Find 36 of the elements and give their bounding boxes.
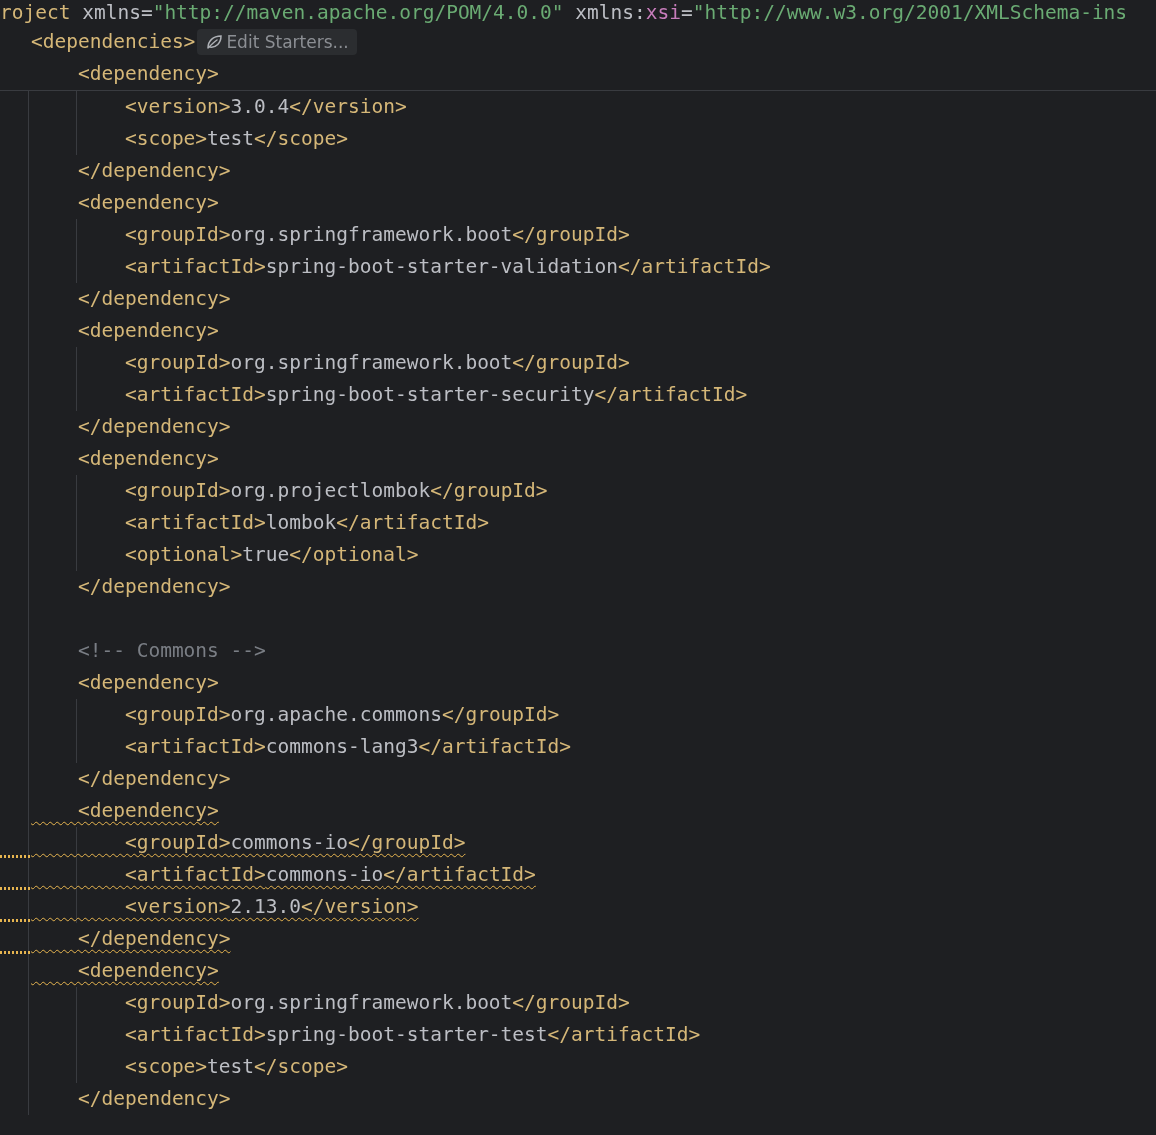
code-line: </dependency>: [76, 158, 231, 184]
code-line: roject xmlns="http://maven.apache.org/POM/4.0.0" xmlns:xsi="http://www.w3.org/2001/XMLSchema-ins: [0, 0, 1128, 26]
code-line: <groupId>org.springframework.boot</groupId>: [123, 222, 630, 248]
code-line: <dependency>: [76, 958, 219, 984]
code-line: <artifactId>lombok</artifactId>: [123, 510, 489, 536]
code-line: <!-- Commons -->: [76, 638, 266, 664]
code-line: <dependency>: [76, 318, 219, 344]
code-line: <dependency>: [76, 670, 219, 696]
code-line: <groupId>org.springframework.boot</groupId>: [123, 350, 630, 376]
code-line: <groupId>org.apache.commons</groupId>: [123, 702, 560, 728]
edit-starters-button[interactable]: Edit Starters...: [197, 29, 357, 55]
code-line: <scope>test</scope>: [123, 126, 348, 152]
code-line: <dependency>: [76, 190, 219, 216]
code-line: <artifactId>spring-boot-starter-test</artifactId>: [123, 1022, 701, 1048]
code-line: <groupId>org.springframework.boot</groupId>: [123, 990, 630, 1016]
code-line: <dependencies>: [31, 29, 196, 55]
code-line: <artifactId>commons-io</artifactId>: [123, 862, 536, 888]
code-line: <groupId>org.projectlombok</groupId>: [123, 478, 548, 504]
code-line: <groupId>commons-io</groupId>: [123, 830, 466, 856]
code-line: </dependency>: [76, 766, 231, 792]
code-line: <dependency>: [76, 798, 219, 824]
code-line: <artifactId>spring-boot-starter-security</artifactId>: [123, 382, 748, 408]
code-line: <version>3.0.4</version>: [123, 94, 407, 120]
leaf-icon: [205, 33, 224, 51]
code-line: <dependency>: [76, 61, 219, 87]
code-line: </dependency>: [76, 926, 231, 952]
code-line: <optional>true</optional>: [123, 542, 419, 568]
code-line: </dependency>: [76, 574, 231, 600]
code-line: <artifactId>spring-boot-starter-validation</artifactId>: [123, 254, 771, 280]
code-line: <dependency>: [76, 446, 219, 472]
code-line: <version>2.13.0</version>: [123, 894, 419, 920]
code-line: </dependency>: [76, 1086, 231, 1112]
code-line: <artifactId>commons-lang3</artifactId>: [123, 734, 572, 760]
code-line: </dependency>: [76, 414, 231, 440]
code-line: <scope>test</scope>: [123, 1054, 348, 1080]
code-line: </dependency>: [76, 286, 231, 312]
